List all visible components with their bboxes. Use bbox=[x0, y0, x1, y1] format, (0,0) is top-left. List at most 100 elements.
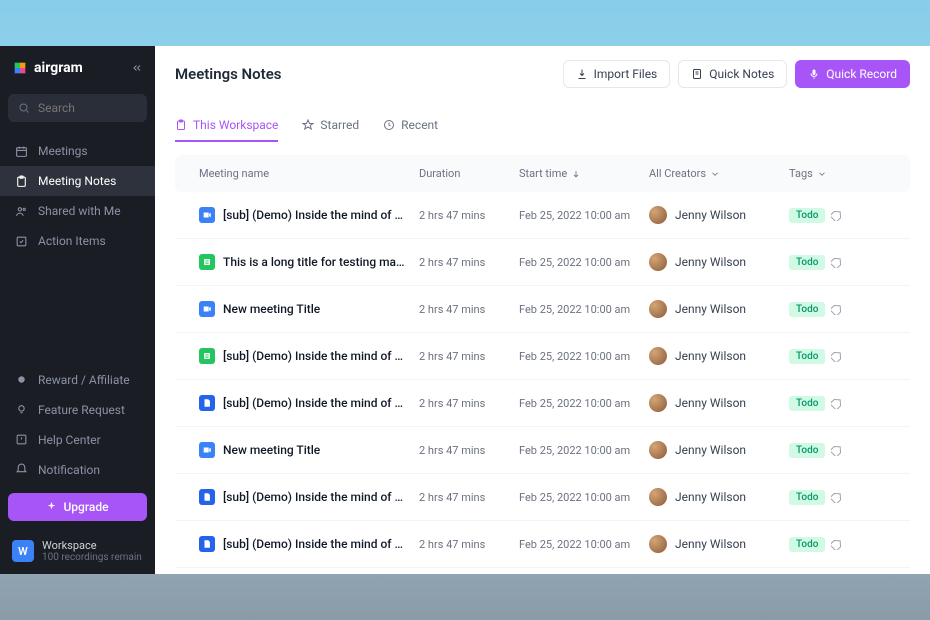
column-creators[interactable]: All Creators bbox=[649, 167, 789, 180]
table-row[interactable]: [sub] (Demo) Inside the mind of a master… bbox=[175, 380, 910, 427]
meeting-source-icon bbox=[199, 207, 215, 223]
upgrade-button[interactable]: Upgrade bbox=[8, 493, 147, 521]
table-row[interactable]: [sub] (Demo) Inside the mind of a master… bbox=[175, 192, 910, 239]
clock-icon bbox=[383, 119, 395, 131]
sidebar-item-meetings[interactable]: Meetings bbox=[0, 136, 155, 166]
tag-icon[interactable] bbox=[831, 491, 843, 503]
table-row[interactable]: New meeting Title 2 hrs 47 mins Feb 25, … bbox=[175, 286, 910, 333]
meeting-start-time: Feb 25, 2022 10:00 am bbox=[519, 350, 649, 363]
sidebar-item-label: Reward / Affiliate bbox=[38, 373, 130, 387]
clipboard-icon bbox=[14, 174, 28, 188]
sidebar: airgram Meetings Meeting Notes Sha bbox=[0, 46, 155, 574]
tag-icon[interactable] bbox=[831, 209, 843, 221]
meeting-duration: 2 hrs 47 mins bbox=[419, 538, 519, 551]
quick-notes-button[interactable]: Quick Notes bbox=[678, 60, 787, 88]
quick-record-button[interactable]: Quick Record bbox=[795, 60, 910, 88]
creator-avatar bbox=[649, 441, 667, 459]
tag-icon[interactable] bbox=[831, 256, 843, 268]
sidebar-item-help[interactable]: Help Center bbox=[0, 425, 155, 455]
import-files-button[interactable]: Import Files bbox=[563, 60, 671, 88]
tab-recent[interactable]: Recent bbox=[383, 110, 438, 142]
workspace-subtitle: 100 recordings remain bbox=[42, 552, 142, 564]
search-icon bbox=[18, 102, 30, 114]
help-icon bbox=[14, 433, 28, 447]
tag-badge[interactable]: Todo bbox=[789, 302, 825, 317]
gift-icon bbox=[14, 373, 28, 387]
search-field[interactable] bbox=[38, 101, 137, 115]
table-row[interactable]: [sub] (Demo) Inside the mind of a master… bbox=[175, 521, 910, 568]
column-tags[interactable]: Tags bbox=[789, 167, 879, 180]
meeting-source-icon bbox=[199, 348, 215, 364]
table-row[interactable]: This is a long title for testing maximum… bbox=[175, 239, 910, 286]
creator-name: Jenny Wilson bbox=[675, 349, 746, 363]
meeting-duration: 2 hrs 47 mins bbox=[419, 397, 519, 410]
tag-icon[interactable] bbox=[831, 444, 843, 456]
tag-badge[interactable]: Todo bbox=[789, 537, 825, 552]
check-square-icon bbox=[14, 234, 28, 248]
tabs: This Workspace Starred Recent bbox=[155, 110, 930, 143]
table-row[interactable]: [sub] (Demo) Inside the mind of a master… bbox=[175, 568, 910, 574]
sidebar-item-meeting-notes[interactable]: Meeting Notes bbox=[0, 166, 155, 196]
sidebar-item-label: Feature Request bbox=[38, 403, 125, 417]
tag-icon[interactable] bbox=[831, 538, 843, 550]
tag-badge[interactable]: Todo bbox=[789, 443, 825, 458]
meeting-title: New meeting Title bbox=[223, 443, 320, 457]
sidebar-item-action-items[interactable]: Action Items bbox=[0, 226, 155, 256]
sidebar-item-label: Shared with Me bbox=[38, 204, 121, 218]
meeting-source-icon bbox=[199, 489, 215, 505]
meeting-duration: 2 hrs 47 mins bbox=[419, 303, 519, 316]
tag-icon[interactable] bbox=[831, 303, 843, 315]
tag-badge[interactable]: Todo bbox=[789, 490, 825, 505]
meeting-start-time: Feb 25, 2022 10:00 am bbox=[519, 444, 649, 457]
collapse-sidebar-icon[interactable] bbox=[131, 62, 143, 74]
sidebar-item-label: Action Items bbox=[38, 234, 106, 248]
table-row[interactable]: New meeting Title 2 hrs 47 mins Feb 25, … bbox=[175, 427, 910, 474]
creator-name: Jenny Wilson bbox=[675, 396, 746, 410]
chevron-down-icon bbox=[710, 169, 720, 179]
sidebar-item-notification[interactable]: Notification bbox=[0, 455, 155, 485]
creator-name: Jenny Wilson bbox=[675, 208, 746, 222]
sidebar-item-reward[interactable]: Reward / Affiliate bbox=[0, 365, 155, 395]
download-icon bbox=[576, 68, 588, 80]
tag-icon[interactable] bbox=[831, 397, 843, 409]
table-row[interactable]: [sub] (Demo) Inside the mind of a master… bbox=[175, 474, 910, 521]
calendar-icon bbox=[14, 144, 28, 158]
meeting-duration: 2 hrs 47 mins bbox=[419, 444, 519, 457]
tag-badge[interactable]: Todo bbox=[789, 208, 825, 223]
sparkle-icon bbox=[46, 501, 57, 512]
meeting-title: [sub] (Demo) Inside the mind of a master… bbox=[223, 349, 409, 363]
tag-badge[interactable]: Todo bbox=[789, 396, 825, 411]
meeting-start-time: Feb 25, 2022 10:00 am bbox=[519, 538, 649, 551]
creator-avatar bbox=[649, 300, 667, 318]
creator-avatar bbox=[649, 347, 667, 365]
users-icon bbox=[14, 204, 28, 218]
workspace-selector[interactable]: W Workspace 100 recordings remain bbox=[0, 529, 155, 574]
meeting-title: This is a long title for testing maximum… bbox=[223, 255, 409, 269]
brand-name: airgram bbox=[34, 60, 83, 76]
search-input[interactable] bbox=[8, 94, 147, 122]
lightbulb-icon bbox=[14, 403, 28, 417]
table-row[interactable]: [sub] (Demo) Inside the mind of a master… bbox=[175, 333, 910, 380]
meeting-duration: 2 hrs 47 mins bbox=[419, 491, 519, 504]
tab-starred[interactable]: Starred bbox=[302, 110, 359, 142]
column-meeting-name[interactable]: Meeting name bbox=[199, 167, 419, 180]
tag-badge[interactable]: Todo bbox=[789, 255, 825, 270]
workspace-name: Workspace bbox=[42, 539, 142, 552]
chevron-down-icon bbox=[817, 169, 827, 179]
meeting-duration: 2 hrs 47 mins bbox=[419, 256, 519, 269]
meeting-start-time: Feb 25, 2022 10:00 am bbox=[519, 256, 649, 269]
page-title: Meetings Notes bbox=[175, 65, 281, 83]
meeting-start-time: Feb 25, 2022 10:00 am bbox=[519, 491, 649, 504]
tab-this-workspace[interactable]: This Workspace bbox=[175, 110, 278, 142]
tag-icon[interactable] bbox=[831, 350, 843, 362]
sidebar-item-shared[interactable]: Shared with Me bbox=[0, 196, 155, 226]
meeting-start-time: Feb 25, 2022 10:00 am bbox=[519, 303, 649, 316]
column-duration[interactable]: Duration bbox=[419, 167, 519, 180]
logo-icon bbox=[12, 60, 28, 76]
sidebar-item-feature-request[interactable]: Feature Request bbox=[0, 395, 155, 425]
tag-badge[interactable]: Todo bbox=[789, 349, 825, 364]
sidebar-item-label: Meeting Notes bbox=[38, 174, 116, 188]
meeting-title: New meeting Title bbox=[223, 302, 320, 316]
meeting-duration: 2 hrs 47 mins bbox=[419, 209, 519, 222]
column-start-time[interactable]: Start time bbox=[519, 167, 649, 180]
